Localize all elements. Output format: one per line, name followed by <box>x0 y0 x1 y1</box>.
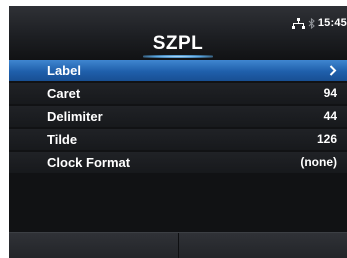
menu-item-delimiter-text: Delimiter <box>47 109 103 124</box>
menu-item-caret[interactable]: Caret 94 <box>9 83 347 104</box>
menu-item-tilde-text: Tilde <box>47 132 78 147</box>
menu-item-delimiter[interactable]: Delimiter 44 <box>9 106 347 127</box>
menu-item-clock-format[interactable]: Clock Format (none) <box>9 152 347 173</box>
title-underline <box>143 55 213 58</box>
menu-item-label[interactable]: Label <box>9 60 347 81</box>
clock-time: 15:45 <box>317 17 347 29</box>
softkey-right[interactable] <box>178 233 347 258</box>
menu-item-clock-format-text: Clock Format <box>47 155 131 170</box>
softkey-bar <box>9 232 347 258</box>
menu-item-tilde[interactable]: Tilde 126 <box>9 129 347 150</box>
bluetooth-icon <box>308 17 315 29</box>
page-title: SZPL <box>152 33 204 54</box>
menu-item-delimiter-value: 44 <box>323 109 337 123</box>
header-bar: SZPL 15:45 <box>9 6 347 60</box>
settings-menu: Label Caret 94 Delimiter 44 Tilde 126 Cl… <box>9 60 347 175</box>
menu-item-label-text: Label <box>47 63 81 78</box>
menu-item-caret-value: 94 <box>323 86 337 100</box>
menu-item-caret-text: Caret <box>47 86 81 101</box>
chevron-right-icon <box>329 65 337 76</box>
softkey-left[interactable] <box>9 233 179 258</box>
printer-display: SZPL 15:45 Label Caret 94 Delimiter 44 T… <box>9 6 347 258</box>
network-icon <box>291 17 305 29</box>
menu-item-tilde-value: 126 <box>316 132 337 146</box>
status-area: 15:45 <box>291 17 347 29</box>
menu-item-clock-format-value: (none) <box>300 155 337 169</box>
